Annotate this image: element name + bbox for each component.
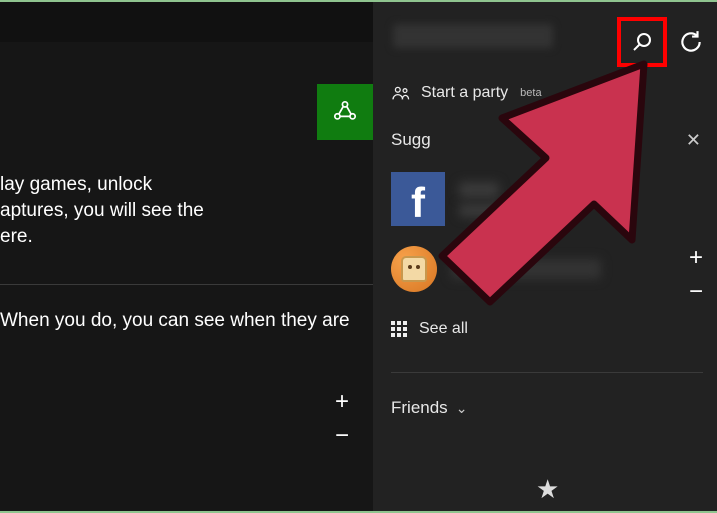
see-all-label: See all [419,320,468,338]
divider [391,372,703,373]
share-button[interactable] [317,84,373,140]
search-button[interactable] [617,17,667,67]
left-top-bar [0,2,373,42]
divider [0,284,373,285]
grid-icon [391,321,407,337]
party-icon [391,85,411,101]
see-all-button[interactable]: See all [391,320,468,338]
star-icon: ★ [536,474,559,505]
username-redacted [451,259,601,279]
start-party-label: Start a party [421,84,508,102]
add-remove-group: + − [689,248,703,302]
activity-feed-pane: lay games, unlock aptures, you will see … [0,2,373,511]
friends-empty-text: When you do, you can see when they are [0,308,373,334]
suggestion-labels: ccount ends [459,181,582,216]
friends-pane: Start a party beta Sugg ✕ f ccount ends … [373,2,717,511]
expand-collapse-group: + − [335,392,349,446]
text-line: When you do, you can see when they are [0,310,350,331]
suggestions-header: Sugg [391,130,431,150]
text-line: lay games, unlock [0,174,152,195]
refresh-icon [678,29,704,55]
suggestion-facebook[interactable]: f ccount ends [391,172,582,226]
share-icon [332,99,358,125]
suggestion-title: ccount [459,181,582,199]
chevron-down-icon: ⌄ [456,400,468,417]
suggestion-subtitle: ends [459,201,582,216]
start-party-button[interactable]: Start a party beta [391,84,542,102]
app-window: lay games, unlock aptures, you will see … [0,2,717,511]
refresh-button[interactable] [675,26,707,58]
beta-badge: beta [520,87,541,99]
plus-icon[interactable]: + [335,392,349,412]
gamertag-redacted [393,24,553,48]
add-friend-button[interactable]: + [689,248,703,268]
facebook-icon: f [391,172,445,226]
text-line: aptures, you will see the [0,200,204,221]
search-icon [630,30,654,54]
text-line: ere. [0,226,33,247]
suggestion-user[interactable] [391,246,601,292]
minus-icon[interactable]: − [335,426,349,446]
friends-section-header[interactable]: Friends ⌄ [391,398,467,418]
close-button[interactable]: ✕ [686,130,701,151]
activity-empty-text: lay games, unlock aptures, you will see … [0,172,260,250]
avatar [391,246,437,292]
remove-suggestion-button[interactable]: − [689,282,703,302]
friends-label: Friends [391,398,448,418]
